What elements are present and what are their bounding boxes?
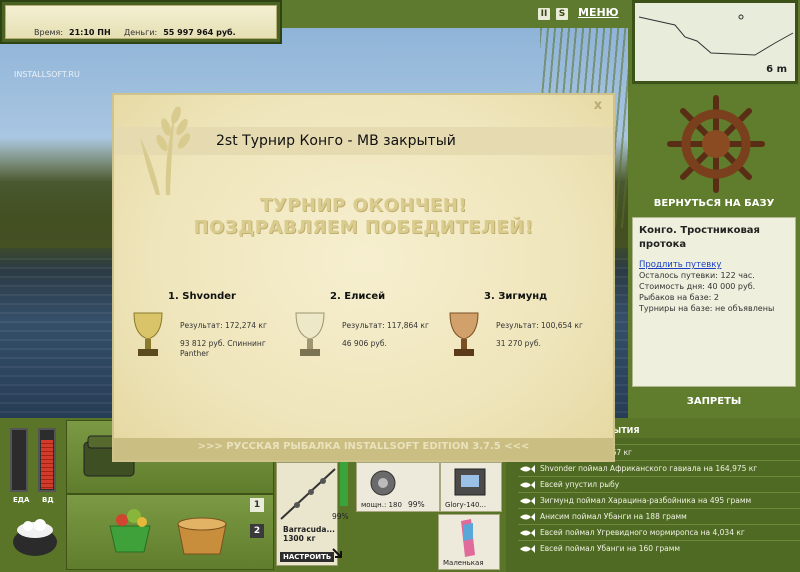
wobbler-icon [461,519,475,557]
info-row: Турниры на базе: не объявлены [639,304,775,313]
info-row: Осталось путевки: 122 час. [639,271,755,280]
return-to-base-button[interactable]: ВЕРНУТЬСЯ НА БАЗУ [638,198,790,209]
bucket-icon[interactable] [172,508,232,558]
water-bar [38,428,56,492]
dialog-title: 2st Турнир Конго - МВ закрытый [216,133,456,149]
winner-2: 2. Елисей Результат: 117,864 кг 46 906 р… [290,291,440,356]
winner-1: 1. Shvonder Результат: 172,274 кг 93 812… [128,291,278,358]
site-watermark: INSTALLSOFT.RU [14,70,80,79]
page-2-button[interactable]: 2 [250,524,264,538]
depth-map: 6 m [632,0,798,84]
bans-button[interactable]: ЗАПРЕТЫ [638,396,790,407]
cooking-pot-icon[interactable] [8,512,62,560]
location-name: Конго. Тростниковая протока [639,225,760,250]
log-text: Евсей поймал Убанги на 160 грамм [540,544,681,553]
fish-icon [520,513,535,521]
float-marker-icon [738,14,744,20]
fish-icon [520,545,535,553]
vitals: ЕДА ВД [8,428,60,504]
extend-permit-link[interactable]: Продлить путевку [639,260,789,270]
reel-percent: 99% [408,500,425,509]
version-banner: >>> РУССКАЯ РЫБАЛКА INSTALLSOFT EDITION … [197,441,530,452]
lure2-slot[interactable]: Маленькая [438,514,500,570]
lure-slot[interactable]: Glory-140... [440,462,502,512]
close-icon[interactable]: x [591,99,605,113]
arrow-down-right-icon[interactable] [332,548,344,560]
rod-slot[interactable]: Barracuda... 1300 кг [276,462,338,566]
winner-result: Результат: 172,274 кг [180,321,267,330]
log-text: Анисим поймал Убанги на 188 грамм [540,512,687,521]
winner-prize: 93 812 руб. Спиннинг Panther [180,339,266,358]
sound-icon[interactable]: S [556,8,568,20]
bronze-cup-icon [449,312,479,356]
water-label: ВД [42,496,54,504]
log-row: Евсей поймал Убанги на 160 грамм [518,540,800,556]
gold-cup-icon [133,312,163,356]
log-text: Зигмунд поймал Харацина-разбойника на 49… [540,496,752,505]
reel-label: мощн.: 180 [361,501,402,509]
headline-finished: ТУРНИР ОКОНЧЕН! [260,195,467,216]
lure-label: Glory-140... [445,501,487,509]
rod-weight: 1300 кг [283,534,316,543]
reel-slot[interactable]: мощн.: 180 [356,462,440,512]
money-label: Деньги: [124,28,158,37]
winner-prize: 46 906 руб. [342,339,387,348]
info-row: Рыбаков на базе: 2 [639,293,719,302]
money-stat: Деньги: 55 997 964 руб. [124,28,236,37]
winner-name: 3. Зигмунд [484,291,548,302]
right-panel: ВЕРНУТЬСЯ НА БАЗУ Конго. Тростниковая пр… [628,86,800,418]
tune-button[interactable]: НАСТРОИТЬ [280,552,335,562]
fish-icon [520,497,535,505]
log-row: Евсей поймал Угревидного мормиропса на 4… [518,524,800,540]
time-label: Время: [34,28,64,37]
menu-button[interactable]: МЕНЮ [578,6,619,19]
winner-name: 1. Shvonder [168,291,236,302]
food-bar [10,428,28,492]
fish-icon [520,481,535,489]
bait-basket-icon[interactable] [104,504,156,556]
rod-percent: 99% [332,512,349,521]
location-info: Конго. Тростниковая протока Продлить пут… [632,217,796,387]
depth-label: 6 m [766,64,787,75]
time-stat: Время: 21:10 ПН [34,28,111,37]
page-1-button[interactable]: 1 [250,498,264,512]
winner-result: Результат: 117,864 кг [342,321,429,330]
wheat-icon [140,105,191,195]
rod-name: Barracuda... 1300 кг [283,525,335,543]
winner-prize: 31 270 руб. [496,339,541,348]
lure2-label: Маленькая [443,559,484,567]
winner-name: 2. Елисей [330,291,386,302]
log-row: Евсей упустил рыбу [518,476,800,492]
ship-wheel-icon[interactable] [666,94,766,194]
time-value: 21:10 ПН [69,28,111,37]
rod-name-text: Barracuda... [283,525,335,534]
reel-icon [370,470,396,496]
tournament-results-dialog: 2st Турнир Конго - МВ закрытый x ТУРНИР … [112,93,615,462]
silver-cup-icon [295,312,325,356]
bait-slot[interactable] [66,494,274,570]
winner-3: 3. Зигмунд Результат: 100,654 кг 31 270 … [444,291,594,356]
food-label: ЕДА [13,496,30,504]
rod-condition-bar [340,462,348,506]
log-row: Анисим поймал Убанги на 188 грамм [518,508,800,524]
status-bar: Время: 21:10 ПН Деньги: 55 997 964 руб. [0,0,282,44]
log-row: Зигмунд поймал Харацина-разбойника на 49… [518,492,800,508]
rod-icon [280,468,336,520]
fish-icon [520,465,535,473]
winner-result: Результат: 100,654 кг [496,321,583,330]
log-text: Shvonder поймал Африканского гавиала на … [540,464,758,473]
log-row: Shvonder поймал Африканского гавиала на … [518,460,800,476]
lure-pack-icon [454,468,486,496]
money-value: 55 997 964 руб. [163,28,236,37]
headline-congrats: ПОЗДРАВЛЯЕМ ПОБЕДИТЕЛЕЙ! [193,217,534,238]
pause-icon[interactable]: II [538,8,550,20]
fish-icon [520,529,535,537]
log-text: Евсей поймал Угревидного мормиропса на 4… [540,528,745,537]
log-text: Евсей упустил рыбу [540,480,620,489]
info-row: Стоимость дня: 40 000 руб. [639,282,756,291]
